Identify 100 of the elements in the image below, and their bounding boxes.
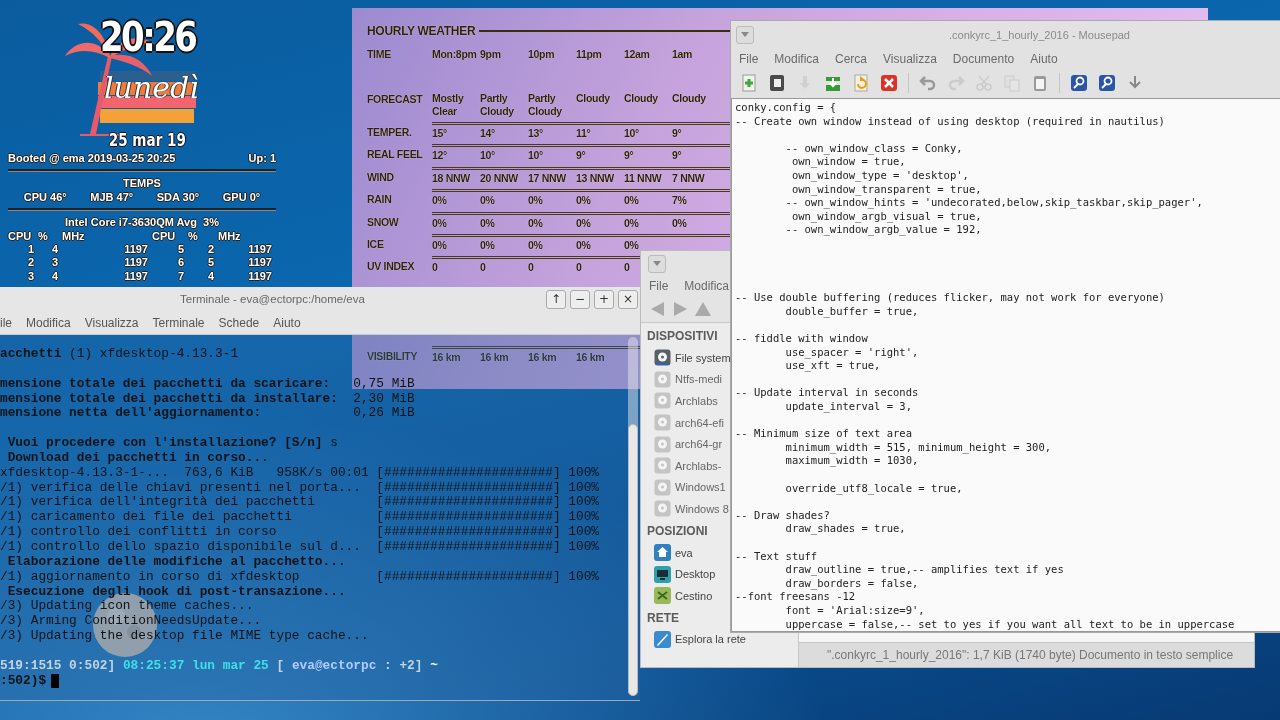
forward-icon[interactable] <box>673 302 687 316</box>
tray-icon[interactable] <box>824 74 842 92</box>
prompt-text: : +2] <box>384 658 423 674</box>
terminal-line: /1) verifica delle chiavi presenti nel porta... [######################] 100% <box>0 480 599 496</box>
document-icon[interactable] <box>768 74 786 92</box>
menu-item[interactable]: Aiuto <box>273 315 301 330</box>
sidebar-item[interactable]: arch64-gr <box>675 438 723 451</box>
code-line: -- Draw shades? <box>735 508 831 523</box>
column-header: % <box>38 229 49 244</box>
column-header: CPU <box>152 229 177 244</box>
weather-value: 0% <box>480 193 495 208</box>
new-file-icon[interactable] <box>740 74 758 92</box>
terminal-line: xfdesktop-4.13.3-1-... 763,6 KiB 958K/s 00:01 [######################] 100% <box>0 465 599 481</box>
terminal-line: mensione netta dell'aggiornamento: 0,26 MiB <box>0 406 415 422</box>
weather-value: 0% <box>432 193 447 208</box>
column-header: MHz <box>62 229 86 244</box>
menu-item[interactable]: Cerca <box>835 52 868 66</box>
scrollbar[interactable] <box>628 337 638 696</box>
cpu-value: 5 <box>176 243 185 257</box>
weather-value: 9° <box>672 126 682 140</box>
weather-value: 0% <box>480 215 495 230</box>
weather-value: 0% <box>624 193 639 208</box>
sidebar-item[interactable]: Windows 8 <box>675 502 729 515</box>
window-menu-button[interactable] <box>648 254 666 273</box>
menu-item[interactable]: Visualizza <box>84 315 139 330</box>
cpu-title: Intel Core i7-3630QM Avg 3% <box>65 216 219 230</box>
menu-item[interactable]: Documento <box>952 52 1015 66</box>
window-button[interactable]: × <box>618 289 638 309</box>
window-button[interactable]: − <box>570 289 590 309</box>
menu-item[interactable]: Terminale <box>152 315 205 330</box>
weather-value: 0% <box>528 193 543 208</box>
trash-icon <box>654 587 671 605</box>
sidebar-item[interactable]: Cestino <box>675 589 713 602</box>
sidebar-item[interactable]: Archlabs- <box>675 459 722 472</box>
panel-title: HOURLY WEATHER <box>367 24 476 38</box>
back-icon[interactable] <box>651 302 665 316</box>
cpu-value: 4 <box>50 243 59 257</box>
sidebar-item[interactable]: Ntfs-medi <box>675 373 723 386</box>
terminal-area[interactable] <box>0 335 640 700</box>
window-title: .conkyrc_1_hourly_2016 - Mousepad <box>948 28 1131 41</box>
uptime: Up: 1 <box>248 152 276 166</box>
undo-icon[interactable] <box>919 74 937 92</box>
menu-item[interactable]: Visualizza <box>883 52 937 66</box>
up-arrow-icon[interactable] <box>695 302 711 316</box>
prompt-text: ~ <box>430 658 438 674</box>
window-title: Terminale - eva@ectorpc:/home/eva <box>180 293 365 305</box>
weather-value: 18 NNW <box>432 170 470 185</box>
sidebar-item[interactable]: Archlabs <box>675 395 718 407</box>
weather-value: 10° <box>528 148 543 163</box>
window-button[interactable]: ↑ <box>546 289 566 309</box>
clipboard-icon[interactable] <box>1031 74 1049 92</box>
reload-icon[interactable] <box>852 74 870 92</box>
menu-item[interactable]: Modifica <box>684 279 730 293</box>
code-line: own_window_argb_visual = true, <box>790 209 983 224</box>
weather-value: 0 <box>624 260 630 275</box>
weather-value: 0% <box>576 215 591 230</box>
weather-value: 12° <box>432 148 447 163</box>
menu-item[interactable]: Modifica <box>26 315 71 330</box>
weather-value: 7% <box>672 193 687 208</box>
weather-value: 11 NNW <box>624 170 662 185</box>
menu-item[interactable]: File <box>649 279 669 293</box>
weather-value: 0 <box>576 260 582 275</box>
menu-item[interactable]: Schede <box>218 315 260 330</box>
column-header: MHz <box>218 229 242 244</box>
terminal-line: Esecuzione degli hook di post-transazione... <box>6 584 346 600</box>
row-label: TIME <box>367 47 392 61</box>
sidebar-item[interactable]: arch64-efi <box>675 416 724 429</box>
weather-value: Cloudy <box>624 92 658 106</box>
menu-item[interactable]: Modifica <box>774 52 820 66</box>
cpu-value: 1197 <box>123 256 149 270</box>
weather-value: 0% <box>624 215 639 230</box>
cpu-value: 1197 <box>123 269 149 284</box>
sidebar-item[interactable]: Windows1 <box>675 481 726 494</box>
menu-item[interactable]: ile <box>0 315 12 330</box>
cpu-value: 1197 <box>123 243 149 257</box>
code-line: own_window = true, <box>790 155 907 169</box>
window-menu-button[interactable] <box>736 25 754 44</box>
cpu-value: 5 <box>206 256 215 270</box>
code-line: use_xft = true, <box>784 359 882 373</box>
weather-value: 14° <box>480 126 495 140</box>
weather-value: 12am <box>624 47 650 61</box>
prompt-text: eva@ectorpc <box>291 658 377 674</box>
search-icon[interactable] <box>1098 74 1116 92</box>
window-button[interactable]: + <box>594 289 614 309</box>
menu-item[interactable]: File <box>739 52 759 66</box>
sidebar-item[interactable]: File system <box>675 351 731 364</box>
weather-value: 0% <box>528 215 543 230</box>
code-line: own_window_transparent = true, <box>790 182 983 197</box>
terminal-line: Elaborazione delle modifiche al pacchetto... <box>6 554 346 570</box>
sidebar-item[interactable]: Desktop <box>675 568 716 581</box>
code-line: maximum_width = 1030, <box>784 454 920 469</box>
sidebar-item[interactable]: eva <box>675 546 693 559</box>
terminal-line: mensione totale dei pacchetti da scaricare: 0,75 MiB <box>0 376 415 392</box>
weather-value: 0% <box>624 237 639 252</box>
search-icon[interactable] <box>1070 74 1088 92</box>
scrollbar-thumb[interactable] <box>628 424 638 696</box>
sidebar-item[interactable]: Esplora la rete <box>675 633 746 646</box>
menu-item[interactable]: Aiuto <box>1030 52 1058 66</box>
close-icon[interactable] <box>880 74 898 92</box>
row-label: ICE <box>367 236 385 251</box>
